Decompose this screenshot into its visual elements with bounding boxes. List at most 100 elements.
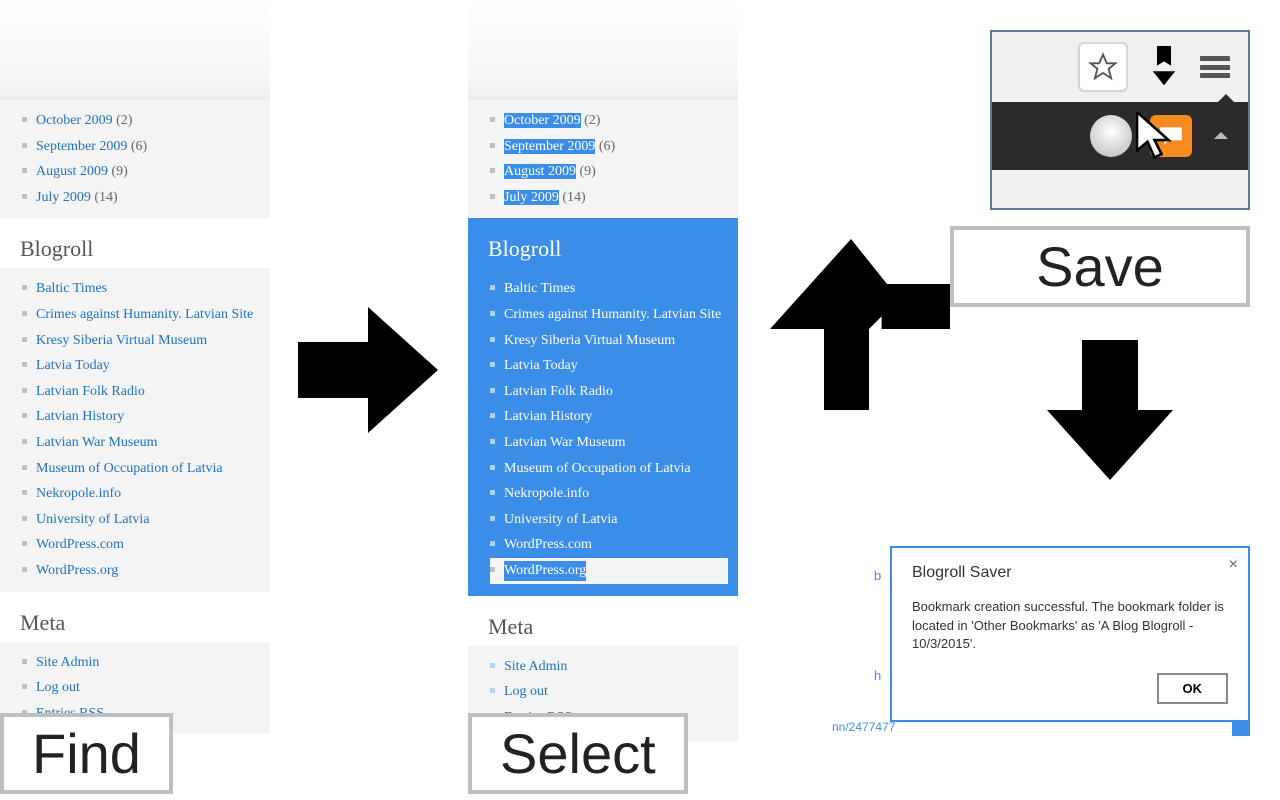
archive-item[interactable]: July 2009 (14)	[490, 185, 728, 211]
decor-text: h	[874, 668, 881, 683]
list-item[interactable]: Baltic Times	[22, 276, 260, 302]
list-item[interactable]: Museum of Occupation of Latvia	[490, 456, 728, 482]
blogroll-link[interactable]: Latvian Folk Radio	[504, 384, 613, 399]
blogroll-link[interactable]: Kresy Siberia Virtual Museum	[504, 333, 675, 348]
blogroll-link[interactable]: Latvian War Museum	[36, 435, 157, 450]
list-item[interactable]: Latvian War Museum	[490, 430, 728, 456]
list-item[interactable]: WordPress.com	[22, 532, 260, 558]
list-item[interactable]: University of Latvia	[490, 507, 728, 533]
list-item[interactable]: Kresy Siberia Virtual Museum	[22, 328, 260, 354]
list-item[interactable]: University of Latvia	[22, 507, 260, 533]
archive-link[interactable]: October 2009	[504, 113, 581, 128]
toolbar-bottom-row	[992, 102, 1248, 170]
arrow-up-right-icon	[770, 230, 950, 410]
blogroll-link[interactable]: Baltic Times	[36, 281, 107, 296]
list-item[interactable]: Latvian History	[22, 404, 260, 430]
list-item[interactable]: Nekropole.info	[22, 481, 260, 507]
archive-item[interactable]: August 2009 (9)	[22, 159, 260, 185]
ok-button[interactable]: OK	[1157, 673, 1229, 704]
blogroll-link[interactable]: WordPress.org	[504, 561, 586, 581]
list-item[interactable]: Museum of Occupation of Latvia	[22, 456, 260, 482]
dialog-blogroll-saver: b h nn/2477477 × Blogroll Saver Bookmark…	[890, 546, 1250, 722]
list-item[interactable]: Latvian War Museum	[22, 430, 260, 456]
list-item[interactable]: Latvian Folk Radio	[22, 379, 260, 405]
list-item[interactable]: Site Admin	[22, 650, 260, 676]
blogroll-link[interactable]: Latvian Folk Radio	[36, 384, 145, 399]
close-icon[interactable]: ×	[1229, 556, 1238, 574]
list-item[interactable]: Site Admin	[490, 654, 728, 680]
list-item[interactable]: Log out	[490, 679, 728, 705]
archive-link[interactable]: October 2009	[36, 113, 113, 128]
list-item[interactable]: WordPress.com	[490, 532, 728, 558]
avatar[interactable]	[1090, 115, 1132, 157]
list-item[interactable]: Kresy Siberia Virtual Museum	[490, 328, 728, 354]
list-item[interactable]: Latvia Today	[22, 353, 260, 379]
list-item[interactable]: Crimes against Humanity. Latvian Site	[22, 302, 260, 328]
list-item[interactable]: Baltic Times	[490, 276, 728, 302]
blogroll-link[interactable]: University of Latvia	[36, 512, 150, 527]
blogroll-link[interactable]: Latvian History	[36, 409, 124, 424]
blogroll-link[interactable]: University of Latvia	[504, 512, 618, 527]
meta-title: Meta	[0, 592, 270, 642]
archive-item[interactable]: September 2009 (6)	[22, 134, 260, 160]
meta-link[interactable]: Site Admin	[504, 659, 567, 674]
blogroll-link[interactable]: WordPress.org	[36, 563, 118, 578]
list-item[interactable]: Latvia Today	[490, 353, 728, 379]
archive-item[interactable]: July 2009 (14)	[22, 185, 260, 211]
hamburger-menu-icon[interactable]	[1200, 56, 1230, 78]
blogroll-link[interactable]: WordPress.com	[36, 537, 124, 552]
dialog-body: Bookmark creation successful. The bookma…	[912, 598, 1228, 653]
list-item[interactable]: Log out	[22, 675, 260, 701]
blogroll-link[interactable]: Latvian War Museum	[504, 435, 625, 450]
chevron-up-icon	[1218, 94, 1234, 102]
list-item[interactable]: Latvian Folk Radio	[490, 379, 728, 405]
blogroll-link[interactable]: Nekropole.info	[36, 486, 121, 501]
archive-link[interactable]: September 2009	[504, 139, 595, 154]
blogroll-link[interactable]: Nekropole.info	[504, 486, 589, 501]
archive-link[interactable]: September 2009	[36, 139, 127, 154]
list-item[interactable]: WordPress.org	[22, 558, 260, 584]
step-save-label: Save	[950, 226, 1250, 307]
resize-handle-icon[interactable]	[1232, 720, 1250, 736]
meta-link[interactable]: Log out	[504, 684, 548, 699]
blogroll-link[interactable]: Crimes against Humanity. Latvian Site	[504, 307, 721, 322]
archive-item[interactable]: October 2009 (2)	[22, 108, 260, 134]
archive-link[interactable]: August 2009	[504, 164, 576, 179]
toolbar-top-row	[992, 32, 1248, 102]
list-item[interactable]: Nekropole.info	[490, 481, 728, 507]
browser-toolbar	[990, 30, 1250, 210]
blogroll-link[interactable]: Latvia Today	[36, 358, 110, 373]
meta-link[interactable]: Log out	[36, 680, 80, 695]
blogroll-link[interactable]: Museum of Occupation of Latvia	[504, 461, 691, 476]
bookmark-download-icon[interactable]	[1146, 46, 1182, 88]
archive-item[interactable]: September 2009 (6)	[490, 134, 728, 160]
meta-link[interactable]: Site Admin	[36, 655, 99, 670]
archive-count: (2)	[116, 113, 132, 128]
blogroll-link[interactable]: WordPress.com	[504, 537, 592, 552]
archive-link[interactable]: July 2009	[36, 190, 91, 205]
archive-item[interactable]: October 2009 (2)	[490, 108, 728, 134]
archive-count: (14)	[562, 190, 585, 205]
arrow-right-icon	[298, 300, 438, 440]
archive-link[interactable]: July 2009	[504, 190, 559, 205]
blogroll-link[interactable]: Latvia Today	[504, 358, 578, 373]
chevron-up-icon[interactable]	[1214, 132, 1228, 139]
blogroll-link[interactable]: Latvian History	[504, 409, 592, 424]
blogroll-link[interactable]: Museum of Occupation of Latvia	[36, 461, 223, 476]
blogroll-link[interactable]: Crimes against Humanity. Latvian Site	[36, 307, 253, 322]
meta-title: Meta	[468, 596, 738, 646]
blogroll-title: Blogroll	[0, 218, 270, 268]
archive-list: October 2009 (2) September 2009 (6) Augu…	[0, 100, 270, 218]
star-icon[interactable]	[1078, 42, 1128, 92]
list-item[interactable]: Crimes against Humanity. Latvian Site	[490, 302, 728, 328]
list-item[interactable]: Latvian History	[490, 404, 728, 430]
blogroll-link[interactable]: Baltic Times	[504, 281, 575, 296]
decor-text: b	[874, 568, 881, 583]
archive-link[interactable]: August 2009	[36, 164, 108, 179]
blogroll-list: Baltic Times Crimes against Humanity. La…	[0, 268, 270, 591]
blogroll-list-selected[interactable]: Baltic Times Crimes against Humanity. La…	[468, 268, 738, 595]
sidebar-select: October 2009 (2) September 2009 (6) Augu…	[468, 0, 738, 700]
list-item[interactable]: WordPress.org	[490, 558, 728, 584]
archive-item[interactable]: August 2009 (9)	[490, 159, 728, 185]
blogroll-link[interactable]: Kresy Siberia Virtual Museum	[36, 333, 207, 348]
